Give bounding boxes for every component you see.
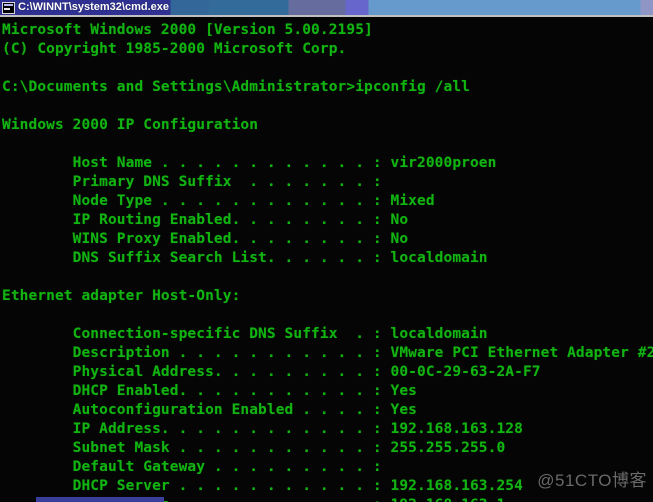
console-line: Subnet Mask . . . . . . . . . . . : 255.… <box>2 440 506 456</box>
window-title: C:\WINNT\system32\cmd.exe <box>18 1 169 13</box>
console-line: DHCP Enabled. . . . . . . . . . . : Yes <box>2 383 417 399</box>
console-line: DNS Suffix Search List. . . . . . : loca… <box>2 250 488 266</box>
console-line: Node Type . . . . . . . . . . . . : Mixe… <box>2 193 435 209</box>
cmd-console-icon <box>2 1 15 14</box>
desktop-edge-filler <box>0 497 36 502</box>
console-line: Connection-specific DNS Suffix . : local… <box>2 326 488 342</box>
console-line: Physical Address. . . . . . . . . : 00-0… <box>2 364 541 380</box>
console-line: Microsoft Windows 2000 [Version 5.00.219… <box>2 22 373 38</box>
window-titlebar[interactable]: C:\WINNT\system32\cmd.exe <box>0 0 653 15</box>
cmd-window[interactable]: C:\WINNT\system32\cmd.exe Microsoft Wind… <box>0 0 653 502</box>
console-output-area[interactable]: Microsoft Windows 2000 [Version 5.00.219… <box>0 17 653 502</box>
console-line: Ethernet adapter Host-Only: <box>2 288 241 304</box>
console-line: WINS Proxy Enabled. . . . . . . . : No <box>2 231 409 247</box>
console-line: Host Name . . . . . . . . . . . . : vir2… <box>2 155 497 171</box>
taskbar-sliver[interactable] <box>36 497 164 502</box>
console-line: IP Routing Enabled. . . . . . . . : No <box>2 212 409 228</box>
console-line: (C) Copyright 1985-2000 Microsoft Corp. <box>2 41 347 57</box>
console-line: Autoconfiguration Enabled . . . . : Yes <box>2 402 417 418</box>
console-line: Primary DNS Suffix . . . . . . . : <box>2 174 382 190</box>
watermark-text: @51CTO博客 <box>537 471 647 490</box>
console-line: Windows 2000 IP Configuration <box>2 117 259 133</box>
console-line: C:\Documents and Settings\Administrator>… <box>2 79 470 95</box>
console-line: IP Address. . . . . . . . . . . . : 192.… <box>2 421 523 437</box>
console-line: Description . . . . . . . . . . . : VMwa… <box>2 345 653 361</box>
